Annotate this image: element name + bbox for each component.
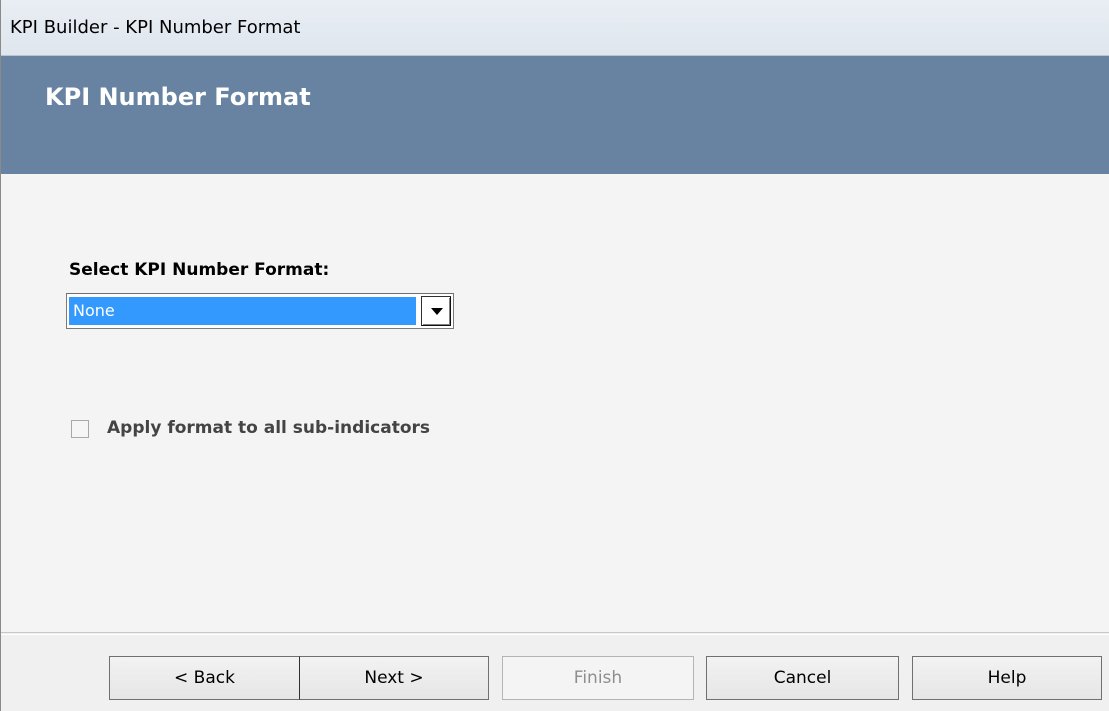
- window-title: KPI Builder - KPI Number Format: [10, 17, 301, 38]
- help-button[interactable]: Help: [912, 656, 1102, 700]
- next-button[interactable]: Next >: [299, 656, 489, 700]
- wizard-content: Select KPI Number Format: None Apply for…: [1, 174, 1109, 632]
- cancel-button[interactable]: Cancel: [706, 656, 899, 700]
- apply-all-label[interactable]: Apply format to all sub-indicators: [107, 418, 430, 438]
- number-format-label: Select KPI Number Format:: [69, 260, 330, 280]
- title-bar[interactable]: KPI Builder - KPI Number Format: [1, 0, 1109, 56]
- finish-button[interactable]: Finish: [502, 656, 694, 700]
- back-button[interactable]: < Back: [109, 656, 300, 700]
- wizard-header-banner: KPI Number Format: [1, 56, 1109, 174]
- wizard-footer: < Back Next > Finish Cancel Help: [1, 632, 1109, 711]
- apply-all-checkbox[interactable]: [71, 420, 89, 438]
- number-format-selected-value[interactable]: None: [69, 297, 416, 325]
- footer-divider: [1, 634, 1109, 635]
- page-title: KPI Number Format: [45, 83, 311, 111]
- kpi-builder-window: KPI Builder - KPI Number Format KPI Numb…: [0, 0, 1109, 711]
- number-format-dropdown[interactable]: None: [66, 293, 454, 329]
- chevron-down-icon[interactable]: [421, 296, 451, 326]
